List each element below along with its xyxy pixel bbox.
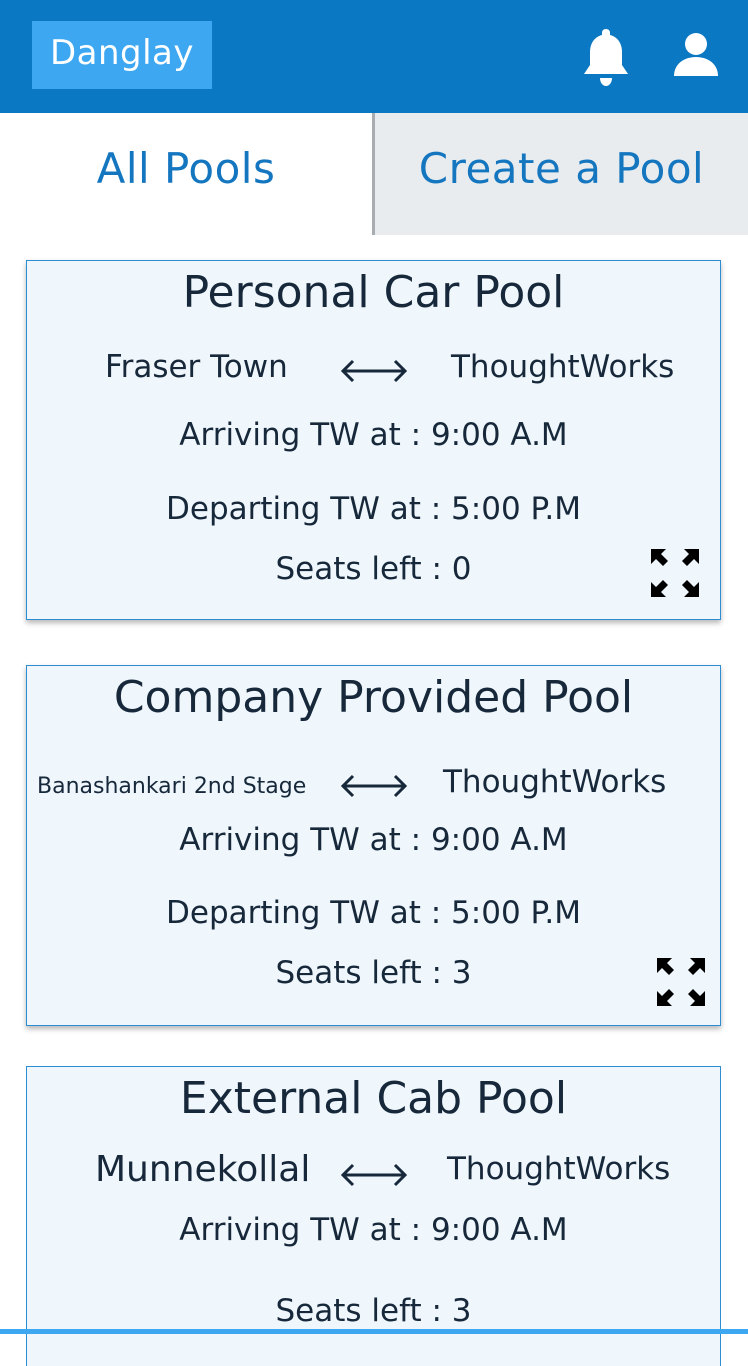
pool-title: Personal Car Pool	[182, 267, 565, 318]
pool-card[interactable]: External Cab Pool Munnekollal ThoughtWor…	[26, 1066, 721, 1366]
tab-create-pool[interactable]: Create a Pool	[372, 113, 748, 235]
arriving-time: Arriving TW at : 9:00 A.M	[179, 1212, 568, 1248]
arriving-time: Arriving TW at : 9:00 A.M	[179, 822, 568, 858]
tab-all-pools[interactable]: All Pools	[0, 113, 372, 235]
bidirectional-arrow-icon	[340, 774, 408, 798]
expand-icon[interactable]	[655, 956, 707, 1008]
bottom-edge	[0, 1329, 748, 1334]
pool-card[interactable]: Company Provided Pool Banashankari 2nd S…	[26, 665, 721, 1026]
bidirectional-arrow-icon	[340, 1163, 408, 1187]
seats-left: Seats left : 3	[275, 1293, 472, 1329]
route-from: Munnekollal	[95, 1149, 311, 1190]
pool-title: External Cab Pool	[179, 1073, 568, 1124]
seats-left: Seats left : 0	[275, 551, 472, 587]
pool-card[interactable]: Personal Car Pool Fraser Town ThoughtWor…	[26, 260, 721, 620]
route-to: ThoughtWorks	[451, 349, 675, 385]
route-to: ThoughtWorks	[443, 764, 667, 800]
departing-time: Departing TW at : 5:00 P.M	[166, 895, 581, 931]
tab-bar: All Pools Create a Pool	[0, 113, 748, 235]
route-from: Fraser Town	[105, 349, 288, 385]
route-to: ThoughtWorks	[447, 1151, 671, 1187]
user-icon[interactable]	[672, 32, 720, 78]
bidirectional-arrow-icon	[340, 359, 408, 383]
departing-time: Departing TW at : 5:00 P.M	[166, 491, 581, 527]
route-from: Banashankari 2nd Stage	[37, 774, 307, 799]
brand-button[interactable]: Danglay	[32, 21, 212, 89]
seats-left: Seats left : 3	[275, 955, 472, 991]
arriving-time: Arriving TW at : 9:00 A.M	[179, 417, 568, 453]
top-app-bar: Danglay	[0, 0, 748, 113]
bell-icon[interactable]	[581, 27, 631, 89]
pool-title: Company Provided Pool	[113, 672, 634, 723]
expand-icon[interactable]	[649, 547, 701, 599]
